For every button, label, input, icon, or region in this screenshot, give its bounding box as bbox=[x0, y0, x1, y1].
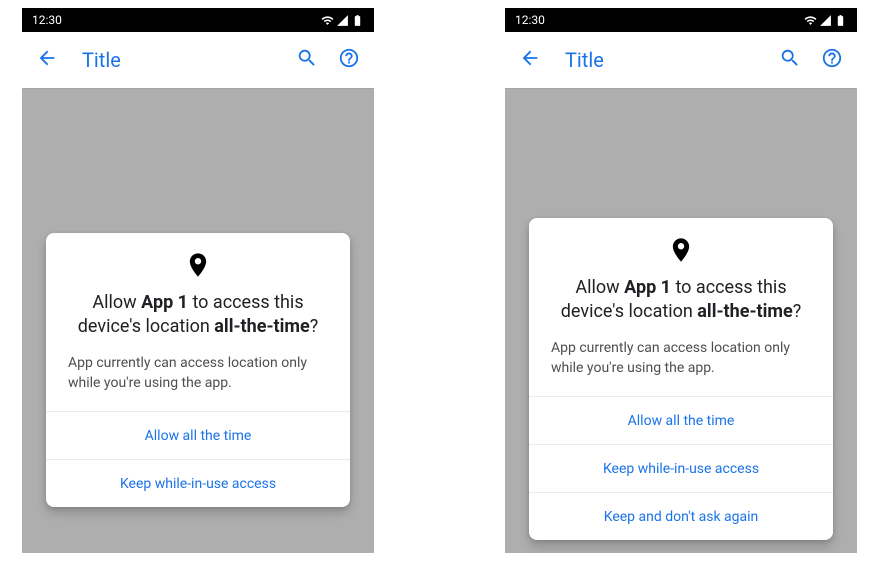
page-title: Title bbox=[58, 48, 296, 72]
status-bar: 12:30 bbox=[22, 8, 374, 32]
dialog-title-bold: all-the-time bbox=[214, 316, 309, 337]
arrow-back-icon bbox=[36, 47, 58, 69]
search-icon bbox=[296, 47, 318, 69]
dialog-title: Allow App 1 to access this device's loca… bbox=[46, 283, 350, 353]
search-button[interactable] bbox=[296, 47, 318, 73]
permission-dialog: Allow App 1 to access this device's loca… bbox=[46, 233, 350, 507]
dialog-icon-wrap bbox=[529, 218, 833, 268]
permission-dialog: Allow App 1 to access this device's loca… bbox=[529, 218, 833, 540]
dialog-body: App currently can access location only w… bbox=[46, 353, 350, 411]
dialog-title-app: App 1 bbox=[141, 292, 188, 313]
status-bar: 12:30 bbox=[505, 8, 857, 32]
dialog-title-pre: Allow bbox=[92, 292, 141, 313]
allow-all-button[interactable]: Allow all the time bbox=[46, 411, 350, 459]
wifi-icon bbox=[321, 14, 334, 27]
help-button[interactable] bbox=[821, 47, 843, 73]
help-icon bbox=[338, 47, 360, 69]
phone-left: 12:30 Title Allow App 1 to access this d… bbox=[22, 8, 374, 553]
status-time: 12:30 bbox=[32, 13, 62, 27]
phone-right: 12:30 Title Allow App 1 to access this d… bbox=[505, 8, 857, 553]
app-bar: Title bbox=[505, 32, 857, 88]
keep-access-button[interactable]: Keep while-in-use access bbox=[529, 444, 833, 492]
allow-all-button[interactable]: Allow all the time bbox=[529, 396, 833, 444]
back-button[interactable] bbox=[36, 47, 58, 73]
battery-icon bbox=[351, 14, 364, 27]
dialog-title: Allow App 1 to access this device's loca… bbox=[529, 268, 833, 338]
help-button[interactable] bbox=[338, 47, 360, 73]
status-icons bbox=[321, 14, 364, 27]
dont-ask-button[interactable]: Keep and don't ask again bbox=[529, 492, 833, 540]
dialog-title-post: ? bbox=[793, 301, 802, 322]
page-title: Title bbox=[541, 48, 779, 72]
search-icon bbox=[779, 47, 801, 69]
dialog-icon-wrap bbox=[46, 233, 350, 283]
location-icon bbox=[184, 251, 212, 279]
search-button[interactable] bbox=[779, 47, 801, 73]
dialog-body: App currently can access location only w… bbox=[529, 338, 833, 396]
location-icon bbox=[667, 236, 695, 264]
arrow-back-icon bbox=[519, 47, 541, 69]
battery-icon bbox=[834, 14, 847, 27]
dialog-title-pre: Allow bbox=[575, 277, 624, 298]
keep-access-button[interactable]: Keep while-in-use access bbox=[46, 459, 350, 507]
cellular-icon bbox=[819, 14, 832, 27]
app-bar: Title bbox=[22, 32, 374, 88]
back-button[interactable] bbox=[519, 47, 541, 73]
cellular-icon bbox=[336, 14, 349, 27]
status-time: 12:30 bbox=[515, 13, 545, 27]
wifi-icon bbox=[804, 14, 817, 27]
help-icon bbox=[821, 47, 843, 69]
dialog-title-bold: all-the-time bbox=[697, 301, 792, 322]
status-icons bbox=[804, 14, 847, 27]
dialog-title-post: ? bbox=[310, 316, 319, 337]
dialog-title-app: App 1 bbox=[624, 277, 671, 298]
